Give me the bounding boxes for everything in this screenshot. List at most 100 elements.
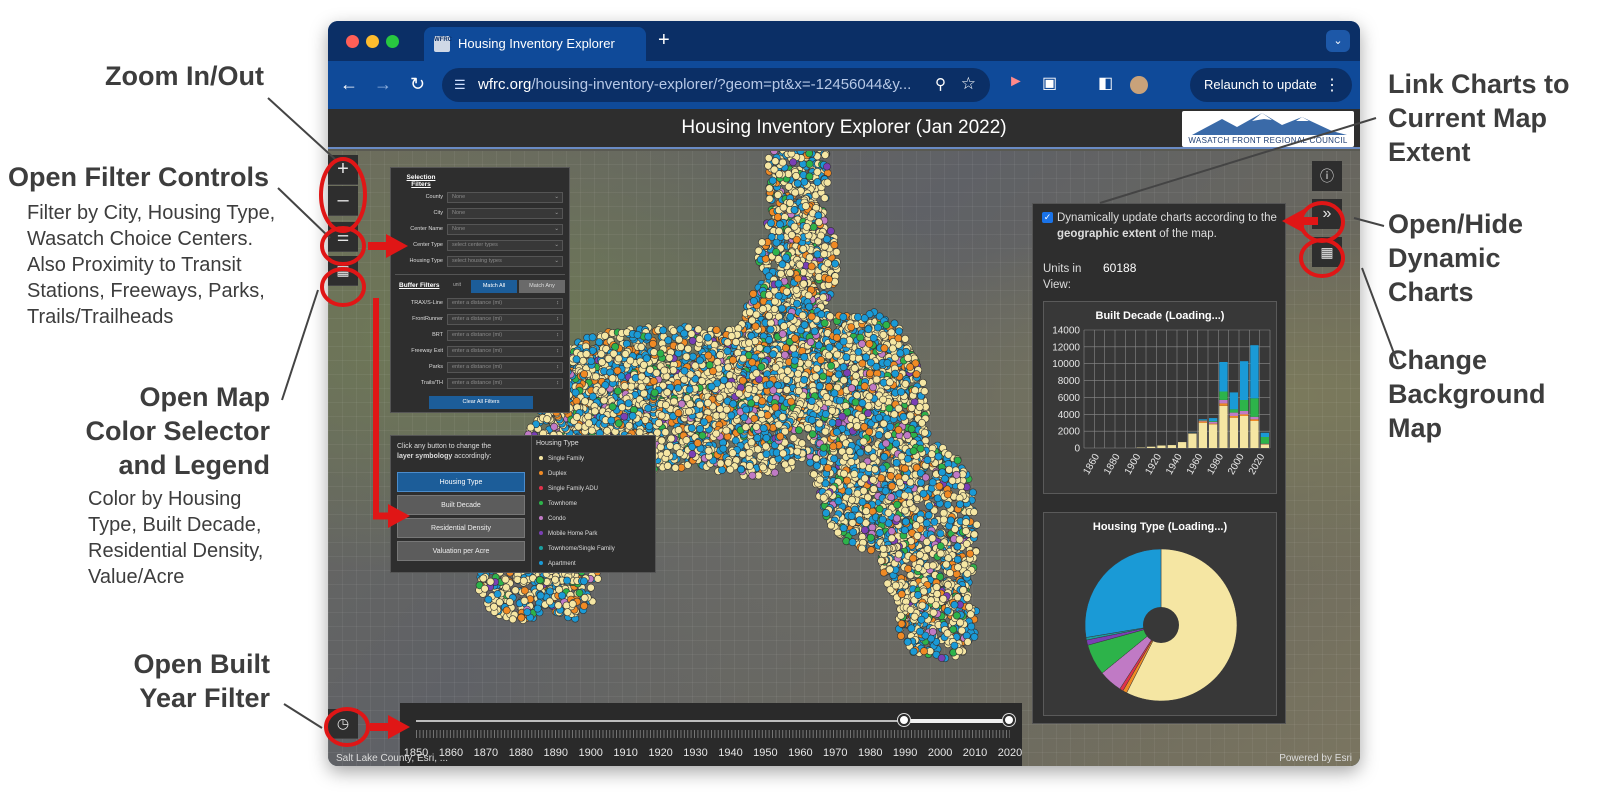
housing-point[interactable] bbox=[805, 172, 814, 181]
housing-point[interactable] bbox=[754, 246, 763, 255]
housing-point[interactable] bbox=[775, 227, 783, 236]
housing-point[interactable] bbox=[905, 498, 914, 507]
housing-point[interactable] bbox=[824, 275, 833, 284]
housing-point[interactable] bbox=[906, 411, 915, 420]
housing-point[interactable] bbox=[845, 447, 854, 456]
housing-point[interactable] bbox=[816, 475, 824, 484]
housing-point[interactable] bbox=[854, 313, 862, 321]
housing-point[interactable] bbox=[952, 611, 961, 620]
housing-point[interactable] bbox=[820, 242, 829, 251]
housing-point[interactable] bbox=[916, 444, 925, 453]
housing-point[interactable] bbox=[816, 356, 825, 364]
bookmark-star-icon[interactable]: ☆ bbox=[961, 74, 976, 94]
housing-point[interactable] bbox=[778, 260, 787, 269]
minimize-window-icon[interactable] bbox=[366, 35, 379, 48]
housing-point[interactable] bbox=[875, 413, 883, 422]
housing-point[interactable] bbox=[887, 328, 896, 337]
housing-point[interactable] bbox=[930, 517, 939, 526]
housing-point[interactable] bbox=[858, 544, 866, 553]
housing-point[interactable] bbox=[813, 167, 822, 176]
housing-point[interactable] bbox=[879, 544, 888, 553]
housing-point[interactable] bbox=[902, 517, 910, 526]
housing-point[interactable] bbox=[779, 203, 788, 212]
housing-point[interactable] bbox=[805, 302, 814, 311]
housing-point[interactable] bbox=[875, 528, 884, 537]
housing-point[interactable] bbox=[842, 537, 851, 546]
housing-point[interactable] bbox=[882, 439, 890, 448]
housing-point[interactable] bbox=[906, 605, 915, 614]
housing-point[interactable] bbox=[799, 279, 808, 288]
housing-point[interactable] bbox=[909, 647, 918, 656]
housing-point[interactable] bbox=[943, 629, 952, 638]
housing-point[interactable] bbox=[858, 339, 866, 348]
housing-point[interactable] bbox=[901, 506, 909, 515]
housing-point[interactable] bbox=[939, 594, 948, 603]
housing-point[interactable] bbox=[874, 323, 882, 332]
housing-point[interactable] bbox=[827, 361, 835, 370]
browser-menu-icon[interactable]: ⋮ bbox=[1324, 75, 1340, 95]
housing-point[interactable] bbox=[804, 291, 813, 300]
housing-point[interactable] bbox=[839, 376, 848, 385]
housing-point[interactable] bbox=[911, 386, 919, 395]
housing-point[interactable] bbox=[963, 637, 972, 646]
housing-point[interactable] bbox=[825, 383, 833, 391]
housing-point[interactable] bbox=[813, 178, 822, 186]
housing-point[interactable] bbox=[764, 154, 773, 162]
housing-point[interactable] bbox=[920, 428, 929, 437]
housing-point[interactable] bbox=[789, 344, 798, 353]
housing-point[interactable] bbox=[749, 289, 758, 298]
housing-point[interactable] bbox=[946, 569, 954, 577]
housing-point[interactable] bbox=[886, 422, 895, 431]
housing-point[interactable] bbox=[819, 372, 827, 381]
housing-point[interactable] bbox=[865, 392, 874, 401]
housing-point[interactable] bbox=[780, 322, 788, 331]
housing-point[interactable] bbox=[839, 313, 848, 321]
housing-point[interactable] bbox=[765, 291, 773, 299]
housing-point[interactable] bbox=[934, 452, 943, 461]
housing-point[interactable] bbox=[943, 500, 952, 509]
housing-point[interactable] bbox=[932, 583, 941, 592]
housing-point[interactable] bbox=[953, 555, 962, 564]
housing-point[interactable] bbox=[814, 341, 823, 350]
housing-point[interactable] bbox=[794, 426, 803, 435]
housing-point[interactable] bbox=[800, 177, 809, 186]
housing-point[interactable] bbox=[822, 392, 831, 401]
housing-point[interactable] bbox=[888, 482, 896, 491]
housing-point[interactable] bbox=[864, 444, 873, 453]
housing-point[interactable] bbox=[807, 312, 816, 321]
housing-point[interactable] bbox=[920, 387, 929, 396]
housing-point[interactable] bbox=[772, 238, 781, 247]
housing-point[interactable] bbox=[813, 250, 822, 259]
housing-point[interactable] bbox=[887, 534, 896, 543]
housing-point[interactable] bbox=[814, 211, 823, 220]
housing-point[interactable] bbox=[970, 508, 978, 516]
housing-point[interactable] bbox=[800, 320, 809, 329]
housing-point[interactable] bbox=[965, 602, 974, 611]
housing-point[interactable] bbox=[734, 324, 743, 333]
housing-point[interactable] bbox=[884, 431, 892, 440]
new-tab-icon[interactable]: + bbox=[658, 29, 670, 52]
housing-point[interactable] bbox=[936, 549, 945, 558]
back-icon[interactable]: ← bbox=[340, 74, 358, 95]
housing-point[interactable] bbox=[897, 619, 906, 628]
housing-point[interactable] bbox=[821, 427, 830, 436]
housing-point[interactable] bbox=[929, 561, 937, 570]
housing-point[interactable] bbox=[805, 253, 814, 262]
housing-point[interactable] bbox=[962, 539, 971, 548]
housing-point[interactable] bbox=[807, 262, 816, 271]
housing-point[interactable] bbox=[909, 554, 917, 563]
extension-icon[interactable]: ► bbox=[1008, 73, 1024, 91]
housing-point[interactable] bbox=[942, 560, 951, 569]
housing-point[interactable] bbox=[793, 179, 802, 188]
housing-point[interactable] bbox=[821, 410, 830, 418]
housing-point[interactable] bbox=[904, 564, 912, 573]
housing-point[interactable] bbox=[861, 526, 869, 534]
housing-point[interactable] bbox=[804, 424, 812, 433]
housing-point[interactable] bbox=[790, 222, 799, 231]
housing-point[interactable] bbox=[838, 412, 847, 421]
housing-point[interactable] bbox=[688, 352, 697, 361]
housing-point[interactable] bbox=[936, 542, 945, 550]
housing-point[interactable] bbox=[878, 515, 887, 524]
housing-point[interactable] bbox=[959, 586, 968, 594]
housing-point[interactable] bbox=[970, 530, 979, 539]
